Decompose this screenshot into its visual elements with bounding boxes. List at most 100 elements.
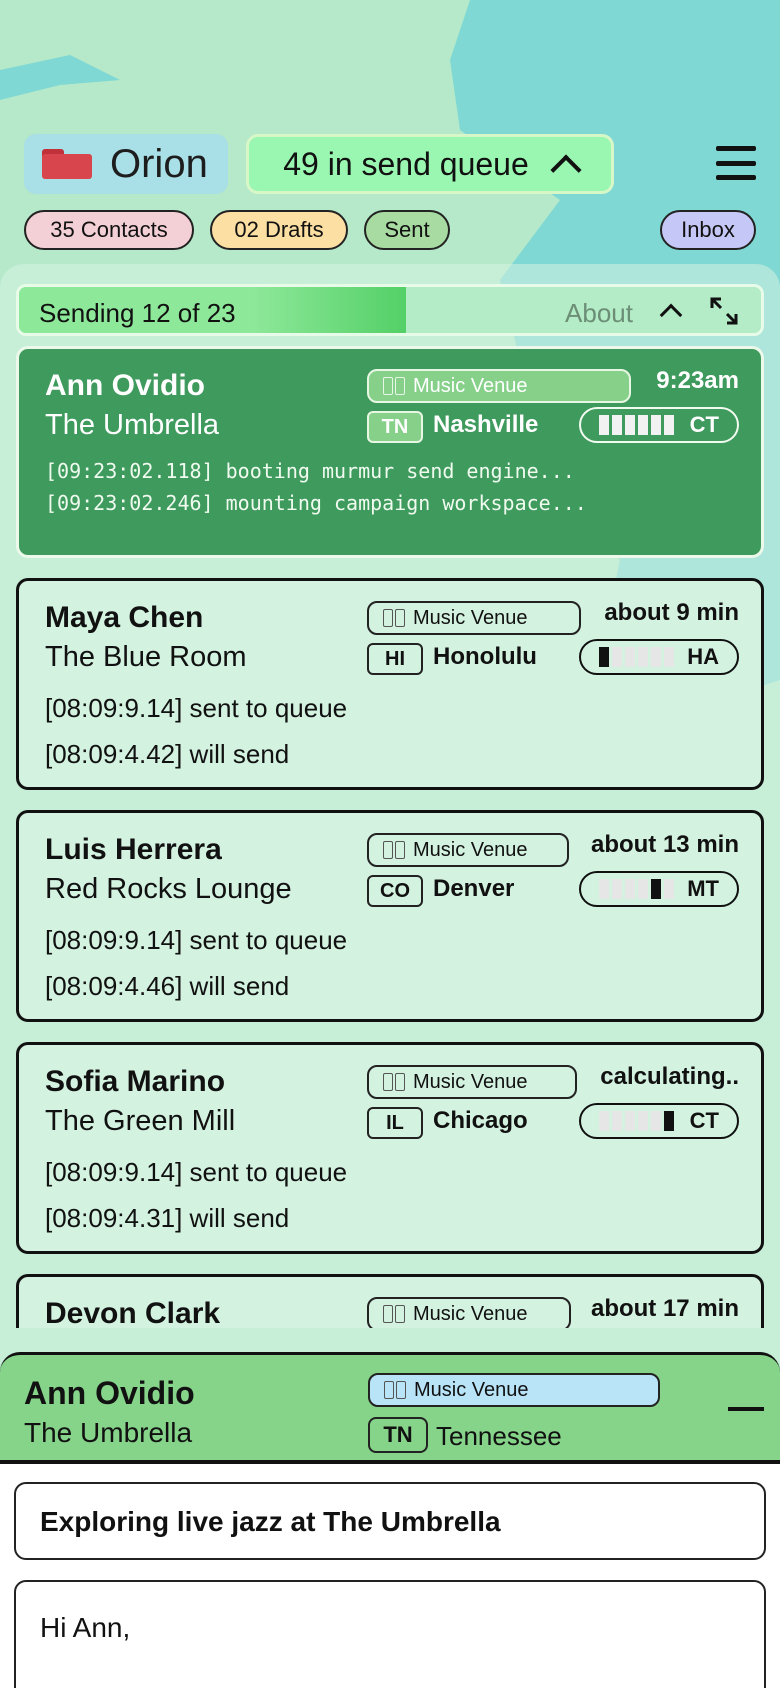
timezone-segment [625, 1111, 635, 1131]
state-badge: IL [367, 1107, 423, 1139]
timezone-segment [664, 1111, 674, 1131]
hamburger-menu-icon[interactable] [716, 146, 756, 180]
speaker-icon [383, 609, 405, 627]
speaker-icon [384, 1381, 406, 1399]
timezone-label: CT [689, 412, 719, 437]
timezone-segment [664, 415, 674, 435]
top-bar: Orion 49 in send queue [24, 134, 756, 198]
send-queue-button[interactable]: 49 in send queue [246, 134, 614, 194]
queue-list: Ann Ovidio The Umbrella Music Venue 9:23am T… [0, 346, 780, 1328]
timezone-segment [664, 647, 674, 667]
composer-header: Ann Ovidio The Umbrella Music Venue TN T… [0, 1352, 780, 1464]
queue-card[interactable]: Ann Ovidio The Umbrella Music Venue 9:23am T… [16, 346, 764, 558]
log-line: [08:09:4.31] will send [45, 1203, 290, 1233]
timezone-segment [638, 1111, 648, 1131]
timezone-label: MT [687, 876, 719, 901]
timezone-segment [638, 879, 648, 899]
timezone-segment [638, 647, 648, 667]
log-line: [08:09:4.46] will send [45, 971, 290, 1001]
timezone-indicator: CT [579, 1103, 739, 1139]
log-line: [09:23:02.118] booting murmur send engin… [45, 459, 575, 483]
timezone-segment [612, 879, 622, 899]
log-line: [08:09:4.42] will send [45, 739, 290, 769]
chevron-up-icon [550, 154, 582, 186]
composer-recipient-name: Ann Ovidio [24, 1375, 195, 1411]
category-tag: Music Venue [367, 833, 569, 867]
speaker-icon [383, 377, 405, 395]
composer-body: Exploring live jazz at The Umbrella Hi A… [0, 1464, 780, 1688]
timezone-label: CT [689, 1108, 719, 1133]
timezone-indicator: HA [579, 639, 739, 675]
queue-card[interactable]: Maya Chen The Blue Room Music Venue about 9… [16, 578, 764, 790]
send-queue-label: 49 in send queue [283, 145, 529, 182]
category-tag: Music Venue [367, 369, 631, 403]
timezone-indicator: MT [579, 871, 739, 907]
timezone-segment [625, 647, 635, 667]
composer-region: Tennessee [436, 1421, 562, 1451]
city-label: Nashville [433, 411, 539, 438]
folder-icon [42, 149, 92, 179]
speaker-icon [383, 1305, 405, 1323]
timezone-segment [612, 415, 622, 435]
log-line: [08:09:9.14] sent to queue [45, 1157, 348, 1187]
expand-icon[interactable] [709, 296, 739, 326]
timezone-segment [599, 879, 609, 899]
queue-card[interactable]: Sofia Marino The Green Mill Music Venue cal… [16, 1042, 764, 1254]
progress-label: Sending 12 of 23 [39, 298, 236, 328]
contact-company: Red Rocks Lounge [45, 873, 292, 905]
send-eta: about 13 min [590, 831, 739, 858]
state-badge: TN [367, 411, 423, 443]
city-label: Chicago [433, 1107, 528, 1134]
contact-name: Sofia Marino [45, 1065, 226, 1098]
category-tag: Music Venue [367, 1297, 571, 1328]
queue-card[interactable]: Luis Herrera Red Rocks Lounge Music Venue a… [16, 810, 764, 1022]
city-label: Honolulu [433, 643, 537, 670]
contacts-filter[interactable]: 35 Contacts [24, 210, 194, 250]
composer-recipient-company: The Umbrella [24, 1417, 193, 1448]
chevron-up-icon[interactable] [659, 303, 683, 327]
timezone-segment [651, 879, 661, 899]
app-switcher[interactable]: Orion [24, 134, 228, 194]
queue-card[interactable]: Devon Clark Music Venue about 17 min [16, 1274, 764, 1328]
inbox-filter[interactable]: Inbox [660, 210, 756, 250]
category-tag-label: Music Venue [413, 1302, 528, 1325]
send-eta: about 17 min [590, 1295, 739, 1322]
timezone-label: HA [687, 644, 719, 669]
speaker-icon [383, 1073, 405, 1091]
send-eta: about 9 min [604, 599, 739, 626]
category-tag: Music Venue [367, 601, 581, 635]
timezone-segment [599, 647, 609, 667]
message-field[interactable]: Hi Ann, [14, 1580, 766, 1688]
state-badge: HI [367, 643, 423, 675]
composer-state-badge: TN [368, 1417, 428, 1453]
composer-category-tag: Music Venue [368, 1373, 660, 1407]
contact-name: Ann Ovidio [45, 369, 205, 402]
category-tag-label: Music Venue [413, 374, 528, 397]
timezone-segment [599, 1111, 609, 1131]
send-eta: calculating.. [600, 1063, 739, 1090]
contact-name: Devon Clark [45, 1297, 221, 1328]
sent-filter[interactable]: Sent [364, 210, 450, 250]
sending-progress-bar: Sending 12 of 23 About [16, 284, 764, 336]
timezone-segment [599, 415, 609, 435]
log-line: [09:23:02.246] mounting campaign workspa… [45, 491, 587, 515]
contact-company: The Umbrella [45, 409, 220, 441]
timezone-indicator: CT [579, 407, 739, 443]
timezone-segment [625, 879, 635, 899]
timezone-segment [651, 647, 661, 667]
timezone-segment [651, 415, 661, 435]
timezone-segment [612, 647, 622, 667]
minimize-icon[interactable] [728, 1407, 764, 1411]
city-label: Denver [433, 875, 515, 902]
timezone-segment [651, 1111, 661, 1131]
subject-field[interactable]: Exploring live jazz at The Umbrella [14, 1482, 766, 1560]
drafts-filter[interactable]: 02 Drafts [210, 210, 348, 250]
contact-company: The Green Mill [45, 1105, 236, 1137]
category-tag-label: Music Venue [413, 606, 528, 629]
filter-pills: 35 Contacts 02 Drafts Sent Inbox [24, 210, 756, 250]
timezone-segment [612, 1111, 622, 1131]
contact-name: Luis Herrera [45, 833, 222, 866]
about-button[interactable]: About [565, 298, 633, 329]
contact-company: The Blue Room [45, 641, 247, 673]
speaker-icon [383, 841, 405, 859]
